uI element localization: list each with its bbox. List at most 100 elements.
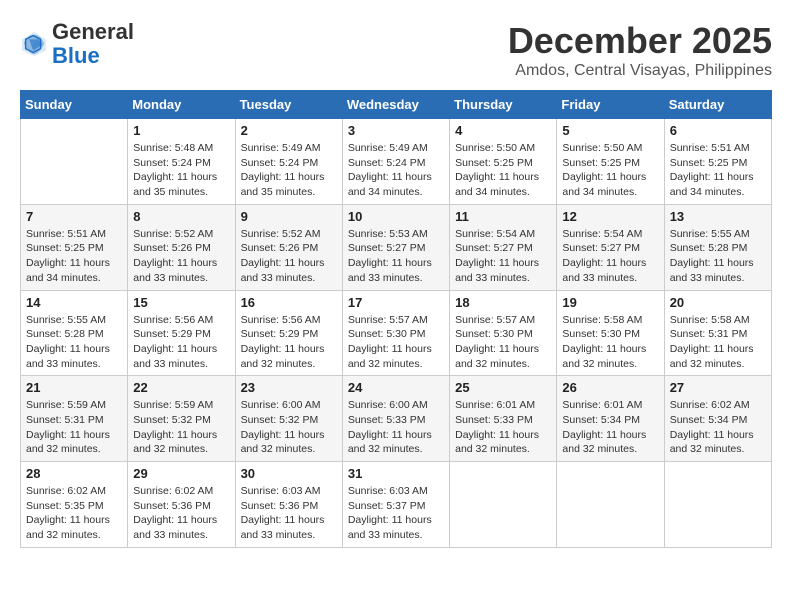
calendar-cell: 19 Sunrise: 5:58 AMSunset: 5:30 PMDayligh…: [557, 290, 664, 376]
calendar-week-row: 21 Sunrise: 5:59 AMSunset: 5:31 PMDayligh…: [21, 376, 772, 462]
calendar-cell: 28 Sunrise: 6:02 AMSunset: 5:35 PMDayligh…: [21, 462, 128, 548]
day-info: Sunrise: 5:50 AMSunset: 5:25 PMDaylight:…: [562, 141, 658, 200]
day-number: 7: [26, 209, 122, 224]
day-number: 28: [26, 466, 122, 481]
day-number: 19: [562, 295, 658, 310]
day-number: 13: [670, 209, 766, 224]
day-info: Sunrise: 5:57 AMSunset: 5:30 PMDaylight:…: [348, 313, 444, 372]
logo-text: General Blue: [52, 20, 134, 68]
day-info: Sunrise: 5:56 AMSunset: 5:29 PMDaylight:…: [133, 313, 229, 372]
day-number: 24: [348, 380, 444, 395]
calendar-cell: 13 Sunrise: 5:55 AMSunset: 5:28 PMDayligh…: [664, 204, 771, 290]
weekday-header: Tuesday: [235, 91, 342, 119]
day-number: 27: [670, 380, 766, 395]
day-info: Sunrise: 6:01 AMSunset: 5:33 PMDaylight:…: [455, 398, 551, 457]
day-number: 15: [133, 295, 229, 310]
weekday-header-row: SundayMondayTuesdayWednesdayThursdayFrid…: [21, 91, 772, 119]
day-number: 22: [133, 380, 229, 395]
day-number: 9: [241, 209, 337, 224]
day-number: 20: [670, 295, 766, 310]
day-info: Sunrise: 5:59 AMSunset: 5:32 PMDaylight:…: [133, 398, 229, 457]
location-title: Amdos, Central Visayas, Philippines: [508, 62, 772, 80]
month-title: December 2025: [508, 20, 772, 62]
calendar-cell: 12 Sunrise: 5:54 AMSunset: 5:27 PMDayligh…: [557, 204, 664, 290]
day-info: Sunrise: 5:52 AMSunset: 5:26 PMDaylight:…: [241, 227, 337, 286]
calendar-cell: 11 Sunrise: 5:54 AMSunset: 5:27 PMDayligh…: [450, 204, 557, 290]
calendar-cell: 3 Sunrise: 5:49 AMSunset: 5:24 PMDaylight…: [342, 119, 449, 205]
day-number: 2: [241, 123, 337, 138]
day-info: Sunrise: 5:56 AMSunset: 5:29 PMDaylight:…: [241, 313, 337, 372]
calendar-cell: 30 Sunrise: 6:03 AMSunset: 5:36 PMDayligh…: [235, 462, 342, 548]
calendar-cell: 10 Sunrise: 5:53 AMSunset: 5:27 PMDayligh…: [342, 204, 449, 290]
day-number: 5: [562, 123, 658, 138]
day-info: Sunrise: 5:55 AMSunset: 5:28 PMDaylight:…: [670, 227, 766, 286]
day-info: Sunrise: 5:58 AMSunset: 5:30 PMDaylight:…: [562, 313, 658, 372]
calendar-cell: 1 Sunrise: 5:48 AMSunset: 5:24 PMDaylight…: [128, 119, 235, 205]
day-number: 4: [455, 123, 551, 138]
day-info: Sunrise: 5:53 AMSunset: 5:27 PMDaylight:…: [348, 227, 444, 286]
day-info: Sunrise: 6:03 AMSunset: 5:36 PMDaylight:…: [241, 484, 337, 543]
calendar-cell: 5 Sunrise: 5:50 AMSunset: 5:25 PMDaylight…: [557, 119, 664, 205]
calendar-cell: 14Sunrise: 5:55 AMSunset: 5:28 PMDayligh…: [21, 290, 128, 376]
calendar-week-row: 1 Sunrise: 5:48 AMSunset: 5:24 PMDaylight…: [21, 119, 772, 205]
calendar-cell: 7 Sunrise: 5:51 AMSunset: 5:25 PMDaylight…: [21, 204, 128, 290]
calendar-cell: 20 Sunrise: 5:58 AMSunset: 5:31 PMDayligh…: [664, 290, 771, 376]
day-number: 23: [241, 380, 337, 395]
day-info: Sunrise: 6:02 AMSunset: 5:34 PMDaylight:…: [670, 398, 766, 457]
calendar-cell: 4 Sunrise: 5:50 AMSunset: 5:25 PMDaylight…: [450, 119, 557, 205]
title-block: December 2025 Amdos, Central Visayas, Ph…: [508, 20, 772, 80]
day-info: Sunrise: 6:00 AMSunset: 5:33 PMDaylight:…: [348, 398, 444, 457]
day-number: 30: [241, 466, 337, 481]
calendar-cell: [557, 462, 664, 548]
day-info: Sunrise: 5:59 AMSunset: 5:31 PMDaylight:…: [26, 398, 122, 457]
day-info: Sunrise: 5:51 AMSunset: 5:25 PMDaylight:…: [670, 141, 766, 200]
day-number: 1: [133, 123, 229, 138]
day-number: 26: [562, 380, 658, 395]
day-info: Sunrise: 5:58 AMSunset: 5:31 PMDaylight:…: [670, 313, 766, 372]
day-info: Sunrise: 6:01 AMSunset: 5:34 PMDaylight:…: [562, 398, 658, 457]
calendar-week-row: 7 Sunrise: 5:51 AMSunset: 5:25 PMDaylight…: [21, 204, 772, 290]
day-info: Sunrise: 6:02 AMSunset: 5:36 PMDaylight:…: [133, 484, 229, 543]
calendar-cell: 31Sunrise: 6:03 AMSunset: 5:37 PMDayligh…: [342, 462, 449, 548]
day-info: Sunrise: 5:51 AMSunset: 5:25 PMDaylight:…: [26, 227, 122, 286]
day-number: 21: [26, 380, 122, 395]
day-number: 29: [133, 466, 229, 481]
day-number: 11: [455, 209, 551, 224]
day-info: Sunrise: 5:50 AMSunset: 5:25 PMDaylight:…: [455, 141, 551, 200]
day-info: Sunrise: 5:54 AMSunset: 5:27 PMDaylight:…: [562, 227, 658, 286]
calendar-cell: 17Sunrise: 5:57 AMSunset: 5:30 PMDayligh…: [342, 290, 449, 376]
calendar-cell: 2Sunrise: 5:49 AMSunset: 5:24 PMDaylight…: [235, 119, 342, 205]
day-number: 10: [348, 209, 444, 224]
day-info: Sunrise: 5:49 AMSunset: 5:24 PMDaylight:…: [348, 141, 444, 200]
weekday-header: Sunday: [21, 91, 128, 119]
calendar-cell: 22 Sunrise: 5:59 AMSunset: 5:32 PMDayligh…: [128, 376, 235, 462]
calendar-cell: 23Sunrise: 6:00 AMSunset: 5:32 PMDayligh…: [235, 376, 342, 462]
day-info: Sunrise: 6:03 AMSunset: 5:37 PMDaylight:…: [348, 484, 444, 543]
day-number: 3: [348, 123, 444, 138]
calendar-cell: 27 Sunrise: 6:02 AMSunset: 5:34 PMDayligh…: [664, 376, 771, 462]
calendar-week-row: 28 Sunrise: 6:02 AMSunset: 5:35 PMDayligh…: [21, 462, 772, 548]
day-number: 6: [670, 123, 766, 138]
day-info: Sunrise: 5:52 AMSunset: 5:26 PMDaylight:…: [133, 227, 229, 286]
day-info: Sunrise: 5:54 AMSunset: 5:27 PMDaylight:…: [455, 227, 551, 286]
calendar-cell: 24 Sunrise: 6:00 AMSunset: 5:33 PMDayligh…: [342, 376, 449, 462]
calendar-cell: 16Sunrise: 5:56 AMSunset: 5:29 PMDayligh…: [235, 290, 342, 376]
weekday-header: Wednesday: [342, 91, 449, 119]
calendar-cell: 15 Sunrise: 5:56 AMSunset: 5:29 PMDayligh…: [128, 290, 235, 376]
calendar-cell: [21, 119, 128, 205]
calendar-table: SundayMondayTuesdayWednesdayThursdayFrid…: [20, 90, 772, 548]
day-number: 18: [455, 295, 551, 310]
logo: General Blue: [20, 20, 134, 68]
calendar-cell: 18 Sunrise: 5:57 AMSunset: 5:30 PMDayligh…: [450, 290, 557, 376]
day-number: 25: [455, 380, 551, 395]
calendar-cell: 29 Sunrise: 6:02 AMSunset: 5:36 PMDayligh…: [128, 462, 235, 548]
day-info: Sunrise: 5:48 AMSunset: 5:24 PMDaylight:…: [133, 141, 229, 200]
calendar-cell: 8Sunrise: 5:52 AMSunset: 5:26 PMDaylight…: [128, 204, 235, 290]
day-info: Sunrise: 6:02 AMSunset: 5:35 PMDaylight:…: [26, 484, 122, 543]
calendar-cell: 21 Sunrise: 5:59 AMSunset: 5:31 PMDayligh…: [21, 376, 128, 462]
calendar-cell: 26 Sunrise: 6:01 AMSunset: 5:34 PMDayligh…: [557, 376, 664, 462]
day-info: Sunrise: 5:57 AMSunset: 5:30 PMDaylight:…: [455, 313, 551, 372]
calendar-cell: [664, 462, 771, 548]
weekday-header: Monday: [128, 91, 235, 119]
day-number: 12: [562, 209, 658, 224]
